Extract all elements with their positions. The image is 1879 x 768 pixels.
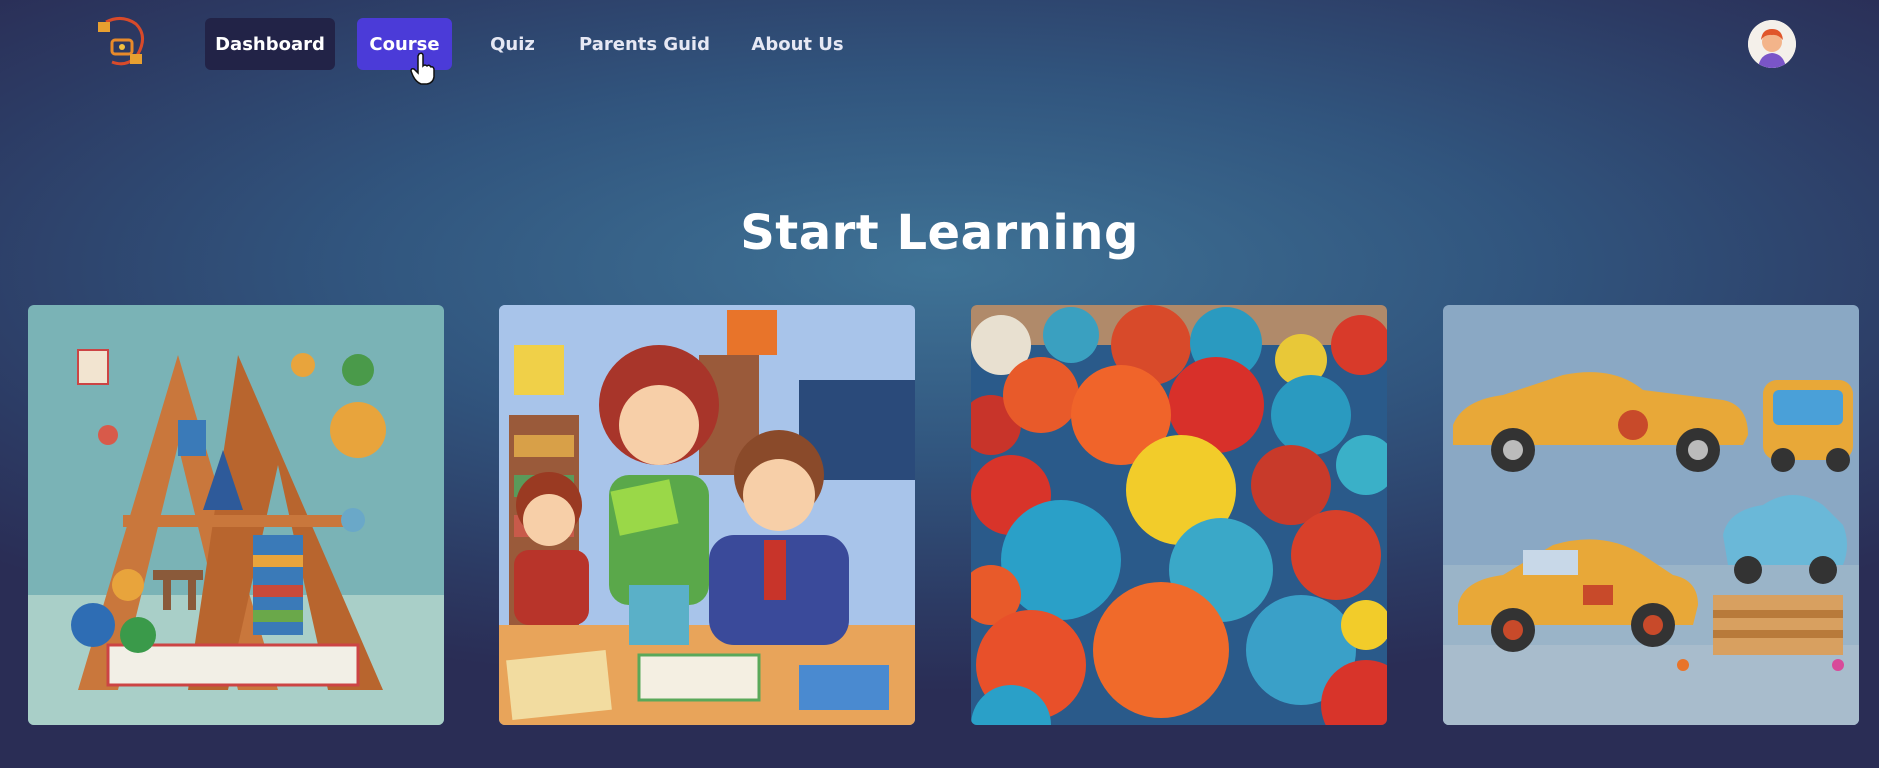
kids-classroom-reading-image (499, 305, 915, 725)
course-card-alphabet[interactable] (28, 305, 444, 725)
nav-about-us[interactable]: About Us (740, 18, 855, 70)
nav-parents-guide[interactable]: Parents Guid (572, 18, 717, 70)
nav-dashboard[interactable]: Dashboard (205, 18, 335, 70)
hand-pointer-icon (410, 52, 436, 86)
toy-cars-image (1443, 305, 1859, 725)
course-card-cars[interactable] (1443, 305, 1859, 725)
alphabet-letters-image (28, 305, 444, 725)
user-avatar-icon[interactable] (1748, 20, 1796, 68)
nav-course[interactable]: Course (357, 18, 452, 70)
kids-learning-logo-icon[interactable] (92, 14, 152, 72)
nav-quiz[interactable]: Quiz (475, 18, 550, 70)
top-navbar: Dashboard Course Quiz Parents Guid About… (0, 0, 1879, 90)
colorful-balls-image (971, 305, 1387, 725)
course-card-classroom[interactable] (499, 305, 915, 725)
course-card-balls[interactable] (971, 305, 1387, 725)
page-title: Start Learning (740, 205, 1139, 261)
